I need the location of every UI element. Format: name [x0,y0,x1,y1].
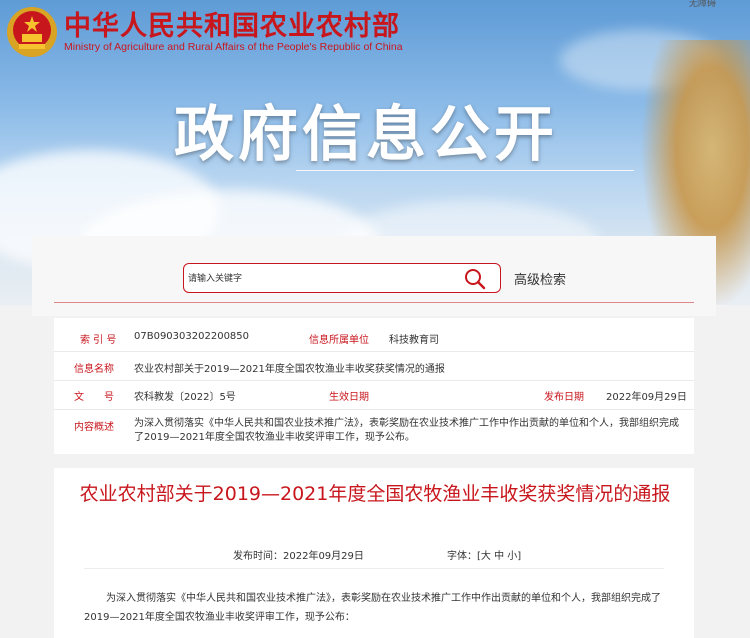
summary-value: 为深入贯彻落实《中华人民共和国农业技术推广法》，表彰奖励在农业技术推广工作中作出… [134,418,679,443]
accessibility-link[interactable]: 无障碍 [689,0,716,9]
search-box [183,263,501,293]
title-underline [296,170,634,171]
advanced-search-link[interactable]: 高级检索 [514,269,566,288]
search-divider [54,302,694,303]
article-title: 农业农村部关于2019—2021年度全国农牧渔业丰收奖获奖情况的通报 [79,483,671,505]
search-input[interactable] [186,270,450,288]
info-divider [54,380,694,381]
national-emblem-icon [7,7,57,57]
article-body: 为深入贯彻落实《中华人民共和国农业技术推广法》，表彰奖励在农业技术推广工作中作出… [84,593,661,623]
info-divider [54,351,694,352]
publish-date-value: 2022年09月29日 [606,392,687,403]
doc-number-label: 文 号 [74,392,114,403]
article-divider [84,568,664,569]
org-label: 信息所属单位 [309,335,369,346]
name-label: 信息名称 [74,364,114,375]
effective-date-label: 生效日期 [329,392,369,403]
index-value: 07B090303202200850 [134,331,250,342]
publish-time: 发布时间：2022年09月29日 [233,551,364,562]
ministry-name-en: Ministry of Agriculture and Rural Affair… [64,41,403,53]
publish-date-label: 发布日期 [544,392,584,403]
org-value: 科技教育司 [389,335,439,346]
ministry-name-cn[interactable]: 中华人民共和国农业农村部 [64,4,400,43]
name-value: 农业农村部关于2019—2021年度全国农牧渔业丰收奖获奖情况的通报 [134,364,445,375]
section-title: 政府信息公开 [174,100,558,170]
index-label: 索 引 号 [80,335,117,346]
summary-label: 内容概述 [74,422,114,433]
doc-number-value: 农科教发〔2022〕5号 [134,392,236,403]
info-divider [54,409,694,410]
search-icon[interactable] [464,268,486,290]
font-size-selector[interactable]: 字体：[大 中 小] [447,547,521,562]
